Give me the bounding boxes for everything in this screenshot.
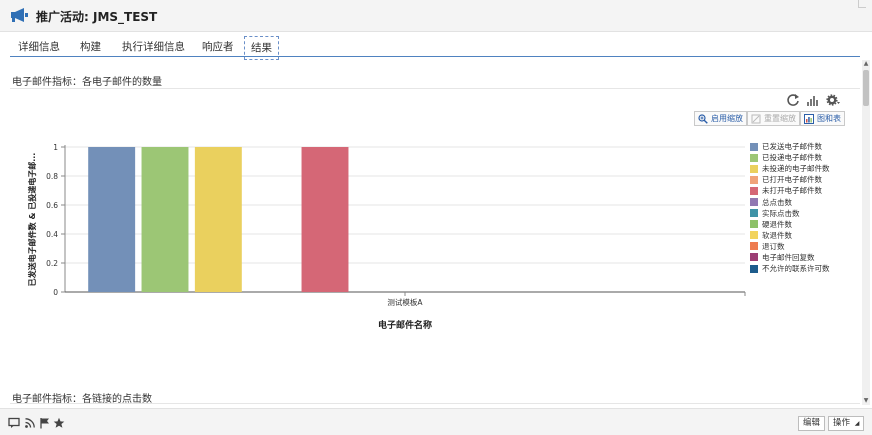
chart-legend: 已发送电子邮件数 已投递电子邮件数 未投递的电子邮件数 已打开电子邮件数 未打开电子邮件…: [750, 141, 830, 274]
legend-swatch: [750, 209, 758, 218]
bar: [194, 147, 242, 292]
legend-swatch: [750, 242, 758, 251]
legend-label: 已投递电子邮件数: [762, 153, 822, 163]
legend-swatch: [750, 164, 758, 173]
legend-label: 电子邮件回复数: [762, 252, 815, 262]
y-tick-label: 0.4: [46, 230, 58, 239]
legend-label: 未打开电子邮件数: [762, 186, 822, 196]
x-axis-label: 电子邮件名称: [378, 319, 432, 331]
y-tick-label: 0.2: [46, 259, 58, 268]
flag-icon[interactable]: [39, 417, 51, 429]
actions-dropdown-button[interactable]: 操作 ◢: [828, 416, 865, 431]
actions-label: 操作: [833, 418, 851, 428]
vertical-scrollbar[interactable]: [862, 60, 870, 405]
bar: [301, 147, 349, 292]
legend-label: 硬退件数: [762, 219, 792, 229]
comment-icon[interactable]: [8, 417, 20, 429]
legend-label: 软退件数: [762, 230, 792, 240]
legend-label: 实际点击数: [762, 208, 800, 218]
email-counts-chart: 0 0.2 0.4 0.6 0.8 1 测试模板A 电子邮件名称 已发送电子邮件数 & 已投递电…: [27, 143, 746, 331]
y-tick-label: 1: [53, 143, 58, 152]
dropdown-arrow-icon: ◢: [854, 420, 860, 427]
y-tick-label: 0.8: [46, 172, 58, 181]
scroll-up-arrow-icon[interactable]: ▲: [862, 60, 870, 68]
legend-item[interactable]: 未投递的电子邮件数: [750, 163, 830, 174]
legend-item[interactable]: 软退件数: [750, 230, 830, 241]
y-tick-label: 0.6: [46, 201, 58, 210]
legend-swatch: [750, 186, 758, 195]
legend-label: 已打开电子邮件数: [762, 175, 822, 185]
y-tick-label: 0: [53, 288, 58, 297]
legend-item[interactable]: 退订数: [750, 241, 830, 252]
section-divider: [10, 403, 860, 404]
x-tick-label: 测试模板A: [387, 297, 423, 307]
legend-item[interactable]: 已发送电子邮件数: [750, 141, 830, 152]
legend-swatch: [750, 253, 758, 262]
legend-swatch: [750, 231, 758, 240]
bar: [141, 147, 189, 292]
legend-label: 未投递的电子邮件数: [762, 164, 830, 174]
legend-swatch: [750, 153, 758, 162]
y-axis-label: 已发送电子邮件数 & 已投递电子邮...: [27, 153, 37, 287]
legend-swatch: [750, 142, 758, 151]
legend-item[interactable]: 总点击数: [750, 196, 830, 207]
legend-item[interactable]: 电子邮件回复数: [750, 252, 830, 263]
legend-item[interactable]: 已投递电子邮件数: [750, 152, 830, 163]
legend-swatch: [750, 264, 758, 273]
rss-icon[interactable]: [24, 417, 36, 429]
legend-item[interactable]: 已打开电子邮件数: [750, 174, 830, 185]
legend-item[interactable]: 不允许的联系许可数: [750, 263, 830, 274]
legend-label: 已发送电子邮件数: [762, 142, 822, 152]
legend-label: 总点击数: [762, 197, 792, 207]
edit-button[interactable]: 编辑: [798, 416, 826, 431]
legend-label: 退订数: [762, 241, 785, 251]
legend-swatch: [750, 220, 758, 229]
legend-swatch: [750, 175, 758, 184]
footer-bar: 编辑 操作 ◢: [0, 408, 872, 435]
bar: [88, 147, 136, 292]
scrollbar-thumb[interactable]: [863, 70, 869, 106]
legend-item[interactable]: 实际点击数: [750, 208, 830, 219]
star-icon[interactable]: [53, 417, 65, 429]
legend-item[interactable]: 硬退件数: [750, 219, 830, 230]
legend-swatch: [750, 198, 758, 207]
scroll-down-arrow-icon[interactable]: ▼: [862, 397, 870, 405]
legend-item[interactable]: 未打开电子邮件数: [750, 185, 830, 196]
legend-label: 不允许的联系许可数: [762, 264, 830, 274]
